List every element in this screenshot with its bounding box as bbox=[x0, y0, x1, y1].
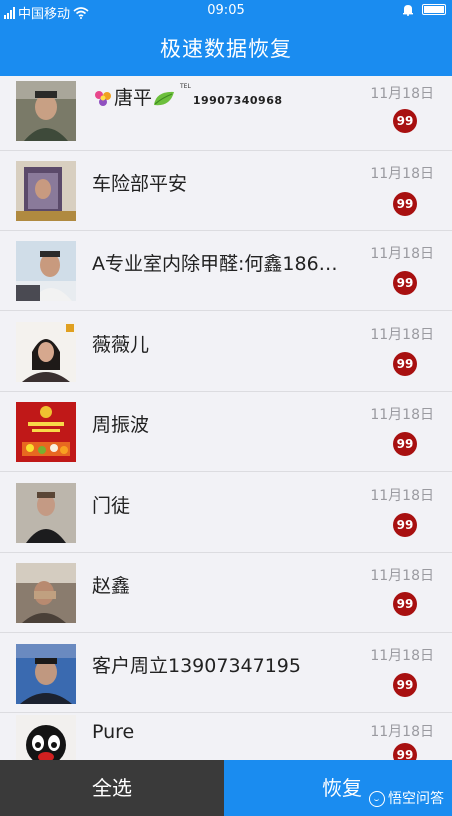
avatar bbox=[16, 81, 76, 141]
list-item[interactable]: Pure 11月18日 99 bbox=[0, 713, 452, 760]
avatar bbox=[16, 241, 76, 301]
leaf-icon bbox=[154, 91, 175, 105]
unread-badge: 99 bbox=[393, 743, 417, 760]
smile-icon bbox=[369, 791, 385, 807]
status-right bbox=[402, 3, 446, 16]
contact-date: 11月18日 bbox=[370, 724, 434, 740]
contact-date: 11月18日 bbox=[370, 407, 434, 423]
list-item[interactable]: 唐平 TEL19907340968 11月18日 99 bbox=[0, 76, 452, 151]
avatar bbox=[16, 715, 76, 760]
contact-date: 11月18日 bbox=[370, 648, 434, 664]
list-item[interactable]: A专业室内除甲醛:何鑫186… 11月18日 99 bbox=[0, 231, 452, 311]
restore-label: 恢复 bbox=[322, 776, 362, 800]
contact-name: A专业室内除甲醛:何鑫186… bbox=[92, 253, 338, 275]
unread-badge: 99 bbox=[393, 109, 417, 133]
avatar bbox=[16, 322, 76, 382]
unread-badge: 99 bbox=[393, 592, 417, 616]
unread-badge: 99 bbox=[393, 673, 417, 697]
status-bar: 中国移动 09:05 bbox=[0, 0, 452, 22]
list-item[interactable]: 门徒 11月18日 99 bbox=[0, 473, 452, 553]
unread-badge: 99 bbox=[393, 513, 417, 537]
contact-date: 11月18日 bbox=[370, 86, 434, 102]
status-time: 09:05 bbox=[207, 3, 245, 18]
avatar bbox=[16, 483, 76, 543]
list-item[interactable]: 客户周立13907347195 11月18日 99 bbox=[0, 633, 452, 713]
watermark: 悟空问答 bbox=[369, 790, 444, 808]
unread-badge: 99 bbox=[393, 271, 417, 295]
contact-date: 11月18日 bbox=[370, 246, 434, 262]
unread-badge: 99 bbox=[393, 432, 417, 456]
contact-date: 11月18日 bbox=[370, 327, 434, 343]
contact-date: 11月18日 bbox=[370, 568, 434, 584]
contact-name: Pure bbox=[92, 721, 135, 743]
list-item[interactable]: 周振波 11月18日 99 bbox=[0, 392, 452, 472]
contact-name: 客户周立13907347195 bbox=[92, 655, 301, 677]
restore-button[interactable]: 恢复 悟空问答 bbox=[224, 760, 452, 816]
contact-name: 赵鑫 bbox=[92, 575, 131, 597]
list-item[interactable]: 赵鑫 11月18日 99 bbox=[0, 553, 452, 633]
alarm-icon bbox=[403, 5, 413, 16]
watermark-text: 悟空问答 bbox=[388, 791, 444, 807]
tel-label: TEL bbox=[180, 83, 191, 90]
contact-name-text: 唐平 bbox=[114, 87, 153, 109]
list-item[interactable]: 车险部平安 11月18日 99 bbox=[0, 151, 452, 231]
avatar bbox=[16, 402, 76, 462]
contact-date: 11月18日 bbox=[370, 488, 434, 504]
page-title: 极速数据恢复 bbox=[0, 22, 452, 76]
flower-icon bbox=[95, 90, 111, 106]
battery-icon bbox=[422, 4, 446, 15]
contact-name: 车险部平安 bbox=[92, 173, 188, 195]
avatar bbox=[16, 563, 76, 623]
contact-name: 门徒 bbox=[92, 495, 131, 517]
contact-list[interactable]: 唐平 TEL19907340968 11月18日 99 车险部平安 11月18日 … bbox=[0, 76, 452, 760]
bottom-bar: 全选 恢复 悟空问答 bbox=[0, 760, 452, 816]
contact-date: 11月18日 bbox=[370, 166, 434, 182]
avatar bbox=[16, 644, 76, 704]
tel-number: 19907340968 bbox=[192, 94, 283, 107]
avatar bbox=[16, 161, 76, 221]
contact-name: 薇薇儿 bbox=[92, 334, 150, 356]
list-item[interactable]: 薇薇儿 11月18日 99 bbox=[0, 312, 452, 392]
unread-badge: 99 bbox=[393, 192, 417, 216]
select-all-button[interactable]: 全选 bbox=[0, 760, 224, 816]
contact-name: 唐平 TEL19907340968 bbox=[92, 83, 354, 110]
contact-name: 周振波 bbox=[92, 414, 150, 436]
unread-badge: 99 bbox=[393, 352, 417, 376]
